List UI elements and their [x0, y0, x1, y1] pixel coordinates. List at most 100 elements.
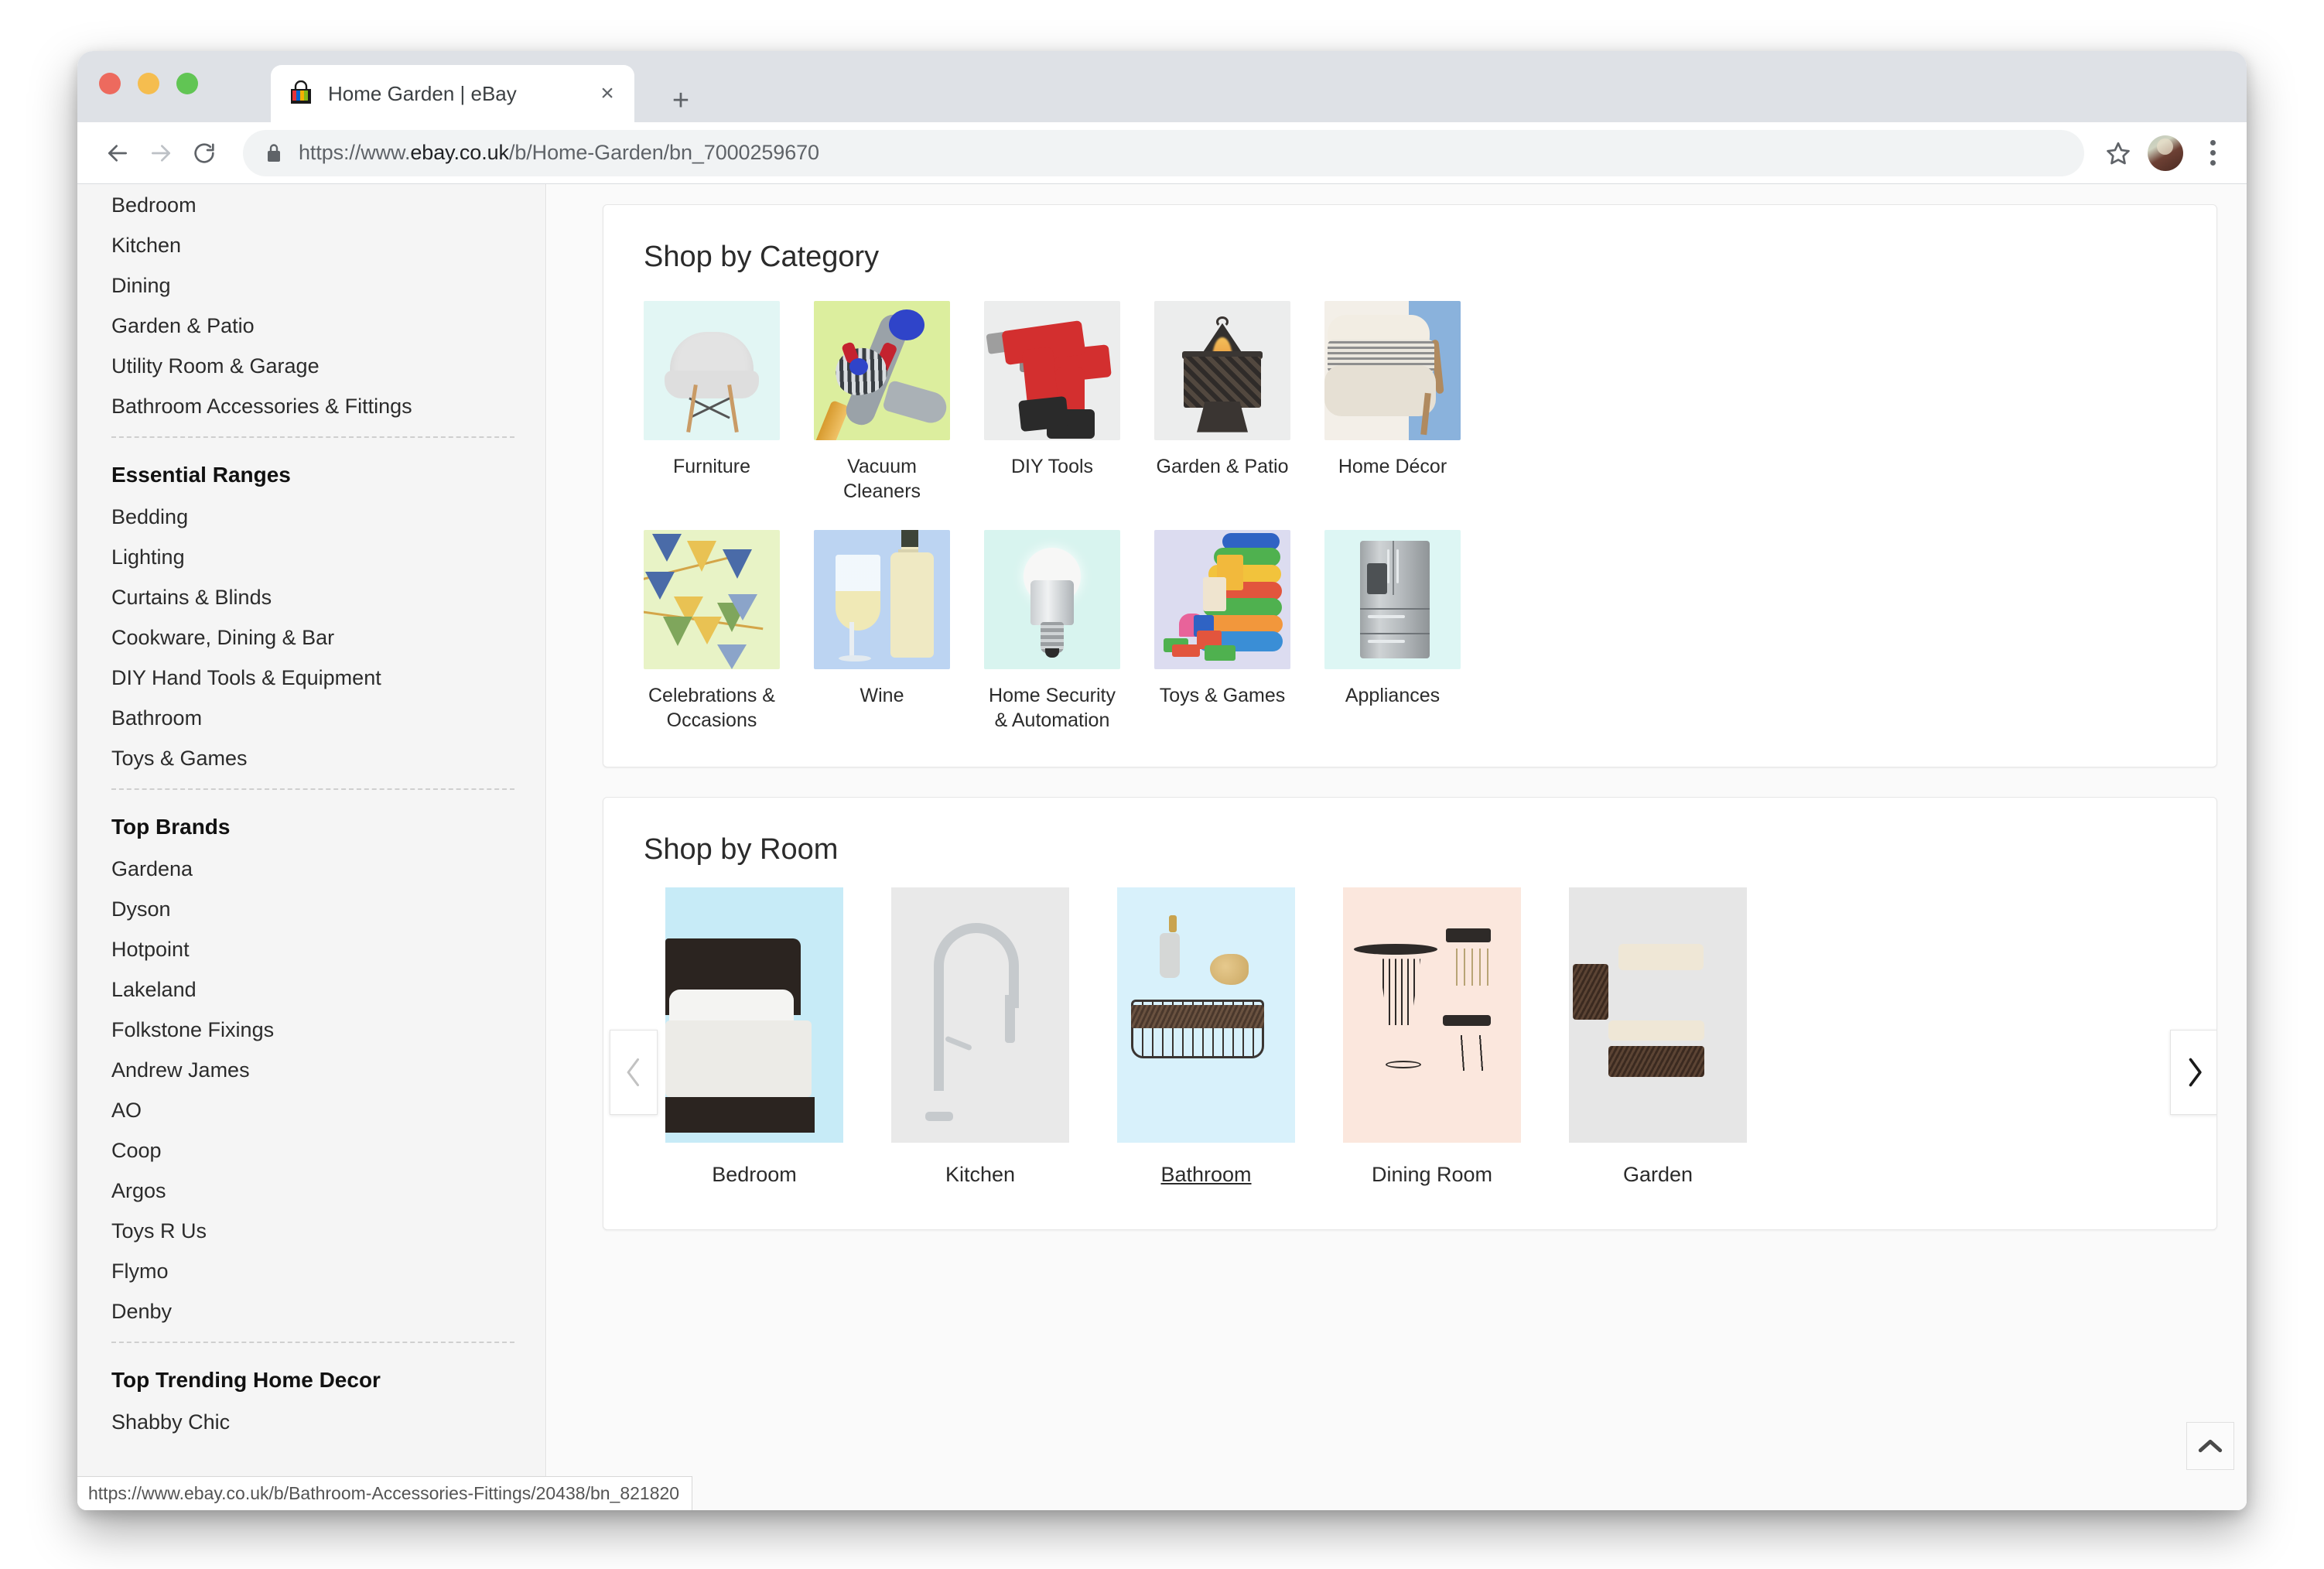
category-tile-label: DIY Tools	[1010, 456, 1094, 477]
category-tile-home-decor[interactable]: Home Décor	[1324, 301, 1461, 504]
category-tile-label: Home Security & Automation	[989, 685, 1116, 731]
minimize-window-button[interactable]	[138, 73, 159, 94]
home-decor-image	[1324, 301, 1461, 440]
kitchen-image	[891, 887, 1069, 1143]
category-tile-celebrations-occasions[interactable]: Celebrations & Occasions	[644, 530, 780, 733]
url-text: https://www.ebay.co.uk/b/Home-Garden/bn_…	[299, 141, 819, 164]
category-tile-appliances[interactable]: Appliances	[1324, 530, 1461, 733]
sidebar-item-garden-patio[interactable]: Garden & Patio	[111, 316, 514, 337]
sidebar-item-argos[interactable]: Argos	[111, 1181, 514, 1202]
sidebar-item-dyson[interactable]: Dyson	[111, 899, 514, 920]
category-tile-label: Appliances	[1345, 685, 1441, 706]
sidebar-item-toys-r-us[interactable]: Toys R Us	[111, 1221, 514, 1242]
sidebar-item-gardena[interactable]: Gardena	[111, 859, 514, 880]
home-security-automation-image	[984, 530, 1120, 669]
sidebar-item-cookware-dining-bar[interactable]: Cookware, Dining & Bar	[111, 627, 514, 648]
sidebar-item-coop[interactable]: Coop	[111, 1140, 514, 1161]
shop-by-category-panel: Shop by Category Furniture Vacuum Cleane…	[603, 204, 2217, 767]
close-tab-button[interactable]: ×	[594, 80, 620, 107]
address-bar[interactable]: https://www.ebay.co.uk/b/Home-Garden/bn_…	[243, 129, 2084, 176]
close-window-button[interactable]	[99, 73, 121, 94]
sidebar-item-lakeland[interactable]: Lakeland	[111, 979, 514, 1000]
garden-image	[1569, 887, 1747, 1143]
sidebar-item-shabby-chic[interactable]: Shabby Chic	[111, 1412, 514, 1433]
sidebar-item-bathroom-accessories-fittings[interactable]: Bathroom Accessories & Fittings	[111, 396, 514, 417]
room-card-label: Kitchen	[945, 1163, 1016, 1186]
sidebar-item-curtains-blinds[interactable]: Curtains & Blinds	[111, 587, 514, 608]
sidebar-item-kitchen[interactable]: Kitchen	[111, 235, 514, 256]
room-carousel-track[interactable]: Bedroom Kitchen Bathroom Dining Room Gar…	[603, 887, 2216, 1187]
sidebar-item-bathroom[interactable]: Bathroom	[111, 708, 514, 729]
sidebar-item-flymo[interactable]: Flymo	[111, 1261, 514, 1282]
category-tile-label: Toys & Games	[1159, 685, 1286, 706]
forward-arrow-icon[interactable]	[139, 132, 183, 175]
category-tile-home-security-automation[interactable]: Home Security & Automation	[984, 530, 1120, 733]
category-tile-row: Furniture Vacuum Cleaners DIY Tools Gard…	[644, 301, 2176, 504]
sidebar-item-denby[interactable]: Denby	[111, 1301, 514, 1322]
diy-tools-image	[984, 301, 1120, 440]
browser-toolbar: https://www.ebay.co.uk/b/Home-Garden/bn_…	[77, 122, 2247, 184]
carousel-next-button[interactable]	[2170, 1030, 2216, 1115]
category-tile-row: Celebrations & Occasions Wine Home Secur…	[644, 530, 2176, 733]
room-card-bedroom[interactable]: Bedroom	[665, 887, 843, 1187]
back-arrow-icon[interactable]	[96, 132, 139, 175]
sidebar-divider	[111, 1342, 514, 1343]
wine-image	[814, 530, 950, 669]
toys-games-image	[1154, 530, 1290, 669]
room-card-label: Garden	[1622, 1163, 1693, 1186]
carousel-prev-button[interactable]	[610, 1030, 658, 1115]
room-card-garden[interactable]: Garden	[1569, 887, 1747, 1187]
furniture-image	[644, 301, 780, 440]
status-bar-link-preview: https://www.ebay.co.uk/b/Bathroom-Access…	[77, 1476, 693, 1510]
bathroom-image	[1117, 887, 1295, 1143]
reload-icon[interactable]	[183, 132, 226, 175]
room-card-bathroom[interactable]: Bathroom	[1117, 887, 1295, 1187]
room-card-kitchen[interactable]: Kitchen	[891, 887, 1069, 1187]
three-dot-menu-icon[interactable]	[2197, 132, 2228, 175]
sidebar-divider	[111, 788, 514, 790]
category-tile-label: Celebrations & Occasions	[648, 685, 775, 731]
sidebar-item-ao[interactable]: AO	[111, 1100, 514, 1121]
back-to-top-button[interactable]	[2186, 1422, 2234, 1470]
window-controls	[99, 73, 198, 94]
room-card-dining-room[interactable]: Dining Room	[1343, 887, 1521, 1187]
category-tile-diy-tools[interactable]: DIY Tools	[984, 301, 1120, 504]
sidebar-item-bedroom[interactable]: Bedroom	[111, 195, 514, 216]
ebay-bag-icon	[291, 80, 311, 104]
page-viewport: Bedroom Kitchen Dining Garden & Patio Ut…	[77, 184, 2247, 1510]
garden-patio-image	[1154, 301, 1290, 440]
browser-tab[interactable]: Home Garden | eBay ×	[271, 65, 634, 122]
category-tile-toys-games[interactable]: Toys & Games	[1154, 530, 1290, 733]
maximize-window-button[interactable]	[176, 73, 198, 94]
category-tile-furniture[interactable]: Furniture	[644, 301, 780, 504]
category-tile-vacuum-cleaners[interactable]: Vacuum Cleaners	[814, 301, 950, 504]
room-card-label: Bathroom	[1160, 1163, 1252, 1186]
vacuum-cleaners-image	[814, 301, 950, 440]
tab-title: Home Garden | eBay	[328, 81, 517, 105]
bookmark-star-icon[interactable]	[2097, 132, 2140, 175]
category-tile-wine[interactable]: Wine	[814, 530, 950, 733]
sidebar-item-diy-hand-tools-equipment[interactable]: DIY Hand Tools & Equipment	[111, 668, 514, 689]
new-tab-button[interactable]: +	[664, 84, 698, 118]
sidebar-item-andrew-james[interactable]: Andrew James	[111, 1060, 514, 1081]
sidebar-divider	[111, 436, 514, 438]
profile-avatar[interactable]	[2148, 135, 2183, 171]
sidebar-item-lighting[interactable]: Lighting	[111, 547, 514, 568]
sidebar-heading-essential-ranges: Essential Ranges	[111, 463, 291, 487]
sidebar-item-folkstone-fixings[interactable]: Folkstone Fixings	[111, 1020, 514, 1041]
category-tile-label: Furniture	[672, 456, 751, 477]
category-tile-garden-patio[interactable]: Garden & Patio	[1154, 301, 1290, 504]
sidebar-item-utility-room-garage[interactable]: Utility Room & Garage	[111, 356, 514, 377]
sidebar-item-bedding[interactable]: Bedding	[111, 507, 514, 528]
dining-room-image	[1343, 887, 1521, 1143]
sidebar-item-dining[interactable]: Dining	[111, 275, 514, 296]
category-tile-label: Garden & Patio	[1156, 456, 1289, 477]
tab-strip: Home Garden | eBay × +	[77, 51, 2247, 122]
bedroom-image	[665, 887, 843, 1143]
sidebar-heading-top-trending-home-decor: Top Trending Home Decor	[111, 1368, 381, 1392]
sidebar-item-toys-games[interactable]: Toys & Games	[111, 748, 514, 769]
sidebar-item-hotpoint[interactable]: Hotpoint	[111, 939, 514, 960]
lock-icon	[268, 143, 280, 162]
page-title-shop-by-category: Shop by Category	[644, 241, 880, 273]
room-card-label: Bedroom	[712, 1163, 797, 1186]
